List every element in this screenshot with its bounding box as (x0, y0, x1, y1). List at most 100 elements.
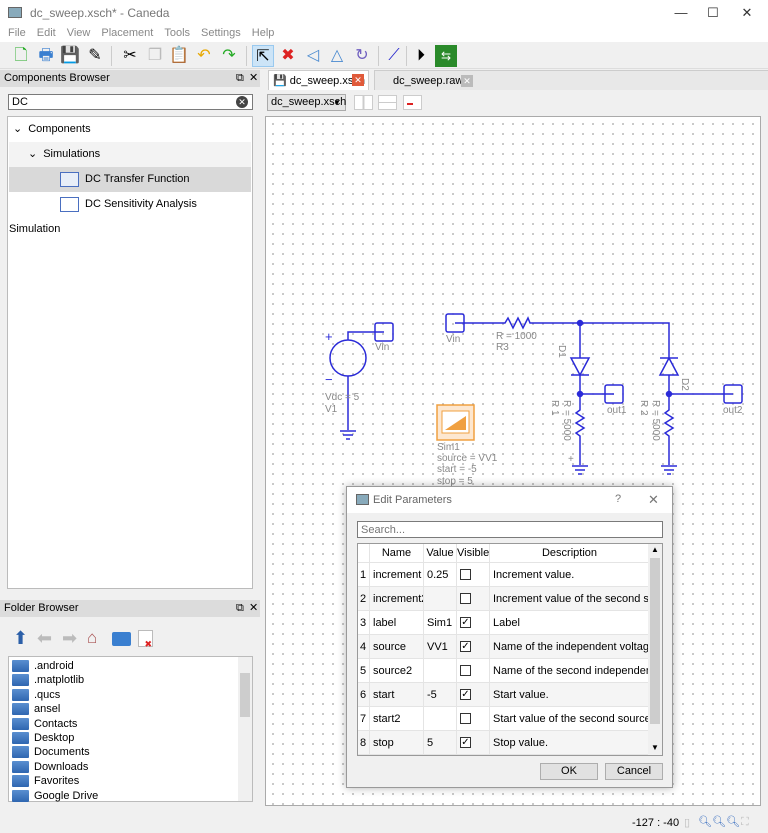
scrollbar-thumb[interactable] (650, 558, 660, 724)
row-number: 3 (358, 611, 370, 635)
cursor-coordinates: -127 : -40 (632, 817, 680, 829)
port-label: Vin (375, 342, 389, 353)
column-header (358, 544, 370, 563)
table-row[interactable]: 2 increment2 Increment value of the second… (358, 587, 650, 611)
table-row[interactable]: 6 start -5 ✓ Start value. (358, 683, 650, 707)
table-scrollbar[interactable]: ▲ ▼ (648, 544, 662, 755)
param-name: start (370, 683, 424, 707)
d1-label: D1 (556, 345, 567, 358)
param-description: Stop value. (490, 731, 650, 755)
voltage-source-v1[interactable] (329, 339, 367, 377)
visible-checkbox[interactable]: ✓ (460, 617, 471, 628)
param-name: increment2 (370, 587, 424, 611)
param-value[interactable]: 5 (424, 731, 457, 755)
param-description: Increment value of the second sou... (490, 587, 650, 611)
r1-label: R 1 (549, 400, 560, 416)
param-description: Label (490, 611, 650, 635)
help-button[interactable]: ? (615, 493, 621, 505)
r3-value: R = 1000 (496, 331, 537, 342)
visible-checkbox[interactable] (460, 665, 471, 676)
sim1-component[interactable] (436, 404, 475, 441)
visible-checkbox[interactable] (460, 713, 471, 724)
status-bar: -127 : -40 ▯ 🔍︎ 🔍︎ 🔍︎ ⛶ (0, 812, 768, 833)
param-value[interactable] (424, 587, 457, 611)
param-name: source (370, 635, 424, 659)
plus-sign: + (325, 329, 333, 344)
r1-value: R = 5000 (561, 400, 572, 441)
visible-checkbox[interactable]: ✓ (460, 689, 471, 700)
zoom-fit-icon[interactable]: 🔍︎ (698, 815, 712, 828)
fullscreen-icon[interactable]: ⛶ (741, 816, 749, 829)
table-row[interactable]: 7 start2 Start value of the second source. (358, 707, 650, 731)
cancel-button[interactable]: Cancel (605, 763, 663, 780)
param-value[interactable]: Sim1 (424, 611, 457, 635)
param-value[interactable]: VV1 (424, 635, 457, 659)
param-value[interactable] (424, 659, 457, 683)
minus-sign: − (325, 372, 333, 387)
param-description: Increment value. (490, 563, 650, 587)
zoom-in-icon[interactable]: 🔍︎ (712, 815, 726, 828)
r2-value: R = 5000 (650, 400, 661, 441)
dialog-close-button[interactable]: ✕ (648, 492, 659, 508)
v1-label: V1 (325, 404, 338, 415)
scroll-up-icon[interactable]: ▲ (651, 545, 659, 554)
table-row[interactable]: 5 source2 Name of the second independent .… (358, 659, 650, 683)
out2-label: out2 (723, 405, 743, 416)
param-visible (457, 587, 490, 611)
param-visible: ✓ (457, 635, 490, 659)
visible-checkbox[interactable] (460, 593, 471, 604)
row-number: 7 (358, 707, 370, 731)
param-name: start2 (370, 707, 424, 731)
param-name: label (370, 611, 424, 635)
column-header[interactable]: Description (490, 544, 650, 563)
scroll-down-icon[interactable]: ▼ (651, 743, 659, 752)
fit-page-icon[interactable]: ▯ (684, 816, 690, 829)
zoom-out-icon[interactable]: 🔍︎ (726, 815, 740, 828)
row-number: 6 (358, 683, 370, 707)
ok-button[interactable]: OK (540, 763, 598, 780)
plus-sign: + (568, 454, 574, 465)
param-description: Start value. (490, 683, 650, 707)
param-name: source2 (370, 659, 424, 683)
param-value[interactable]: -5 (424, 683, 457, 707)
row-number: 1 (358, 563, 370, 587)
row-number: 5 (358, 659, 370, 683)
param-value[interactable] (424, 707, 457, 731)
column-header[interactable]: Visible (457, 544, 490, 563)
dialog-titlebar: Edit Parameters ? ✕ (347, 487, 672, 513)
visible-checkbox[interactable] (460, 569, 471, 580)
param-value[interactable]: 0.25 (424, 563, 457, 587)
table-row[interactable]: 4 source VV1 ✓ Name of the independent volta… (358, 635, 650, 659)
sim1-label: Sim1 (437, 442, 460, 453)
d2-label: D2 (679, 378, 690, 391)
param-description: Start value of the second source. (490, 707, 650, 731)
app-icon (356, 494, 369, 505)
v1-value: Vdc = 5 (325, 392, 360, 403)
parameter-search-input[interactable] (357, 521, 663, 538)
diode-d2[interactable] (658, 356, 680, 376)
param-visible (457, 707, 490, 731)
row-number: 4 (358, 635, 370, 659)
param-visible (457, 659, 490, 683)
column-header[interactable]: Value (424, 544, 457, 563)
table-row[interactable]: 3 label Sim1 ✓ Label (358, 611, 650, 635)
param-visible (457, 563, 490, 587)
param-visible: ✓ (457, 683, 490, 707)
param-visible: ✓ (457, 731, 490, 755)
param-description: Name of the independent voltage ... (490, 635, 650, 659)
table-row[interactable]: 8 stop 5 ✓ Stop value. (358, 731, 650, 755)
sim1-source: source = VV1 (437, 453, 498, 464)
edit-parameters-dialog: Edit Parameters ? ✕ NameValueVisibleDesc… (346, 486, 673, 788)
row-number: 8 (358, 731, 370, 755)
visible-checkbox[interactable]: ✓ (460, 641, 471, 652)
diode-d1[interactable] (569, 357, 591, 377)
column-header[interactable]: Name (370, 544, 424, 563)
param-name: increment (370, 563, 424, 587)
row-number: 2 (358, 587, 370, 611)
table-row[interactable]: 1 increment 0.25 Increment value. (358, 563, 650, 587)
sim1-start: start = -5 (437, 464, 477, 475)
param-name: stop (370, 731, 424, 755)
visible-checkbox[interactable]: ✓ (460, 737, 471, 748)
parameters-table: Name Value Visible Description 1 increment 0.2… (357, 543, 663, 756)
out1-label: out1 (607, 405, 627, 416)
